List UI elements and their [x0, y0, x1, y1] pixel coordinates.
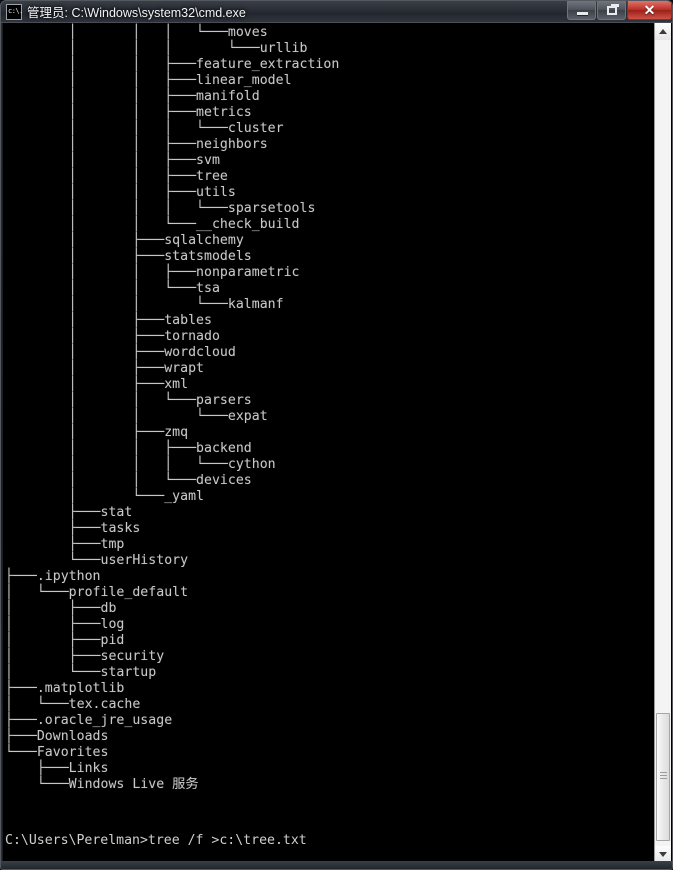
window-controls: ✕	[566, 1, 672, 21]
console-area[interactable]: │ │ │ └───moves │ │ │ └───urllib │ │ ├──…	[2, 23, 672, 863]
minimize-icon	[577, 12, 588, 15]
cmd-window: 管理员: C:\Windows\system32\cmd.exe ✕ │ │ │…	[0, 0, 673, 870]
scrollbar-thumb[interactable]	[656, 713, 670, 841]
scrollbar-grip-icon	[660, 772, 667, 779]
window-bottom-edge	[1, 861, 672, 869]
close-button[interactable]: ✕	[627, 1, 672, 20]
chevron-down-icon	[659, 852, 667, 857]
minimize-button[interactable]	[567, 1, 596, 20]
restore-icon	[607, 4, 619, 15]
command-line: C:\Users\Perelman>tree /f >c:\tree.txt	[5, 833, 307, 848]
window-title: 管理员: C:\Windows\system32\cmd.exe	[27, 6, 246, 20]
title-bar[interactable]: 管理员: C:\Windows\system32\cmd.exe ✕	[1, 1, 672, 23]
tree-output: │ │ │ └───moves │ │ │ └───urllib │ │ ├──…	[5, 25, 340, 792]
chevron-up-icon	[659, 29, 667, 34]
scroll-up-button[interactable]	[655, 23, 671, 40]
vertical-scrollbar[interactable]	[654, 23, 671, 863]
console-text-buffer[interactable]: │ │ │ └───moves │ │ │ └───urllib │ │ ├──…	[3, 23, 641, 863]
cmd-icon	[6, 3, 23, 20]
close-icon: ✕	[643, 2, 656, 18]
restore-button[interactable]	[597, 1, 626, 20]
